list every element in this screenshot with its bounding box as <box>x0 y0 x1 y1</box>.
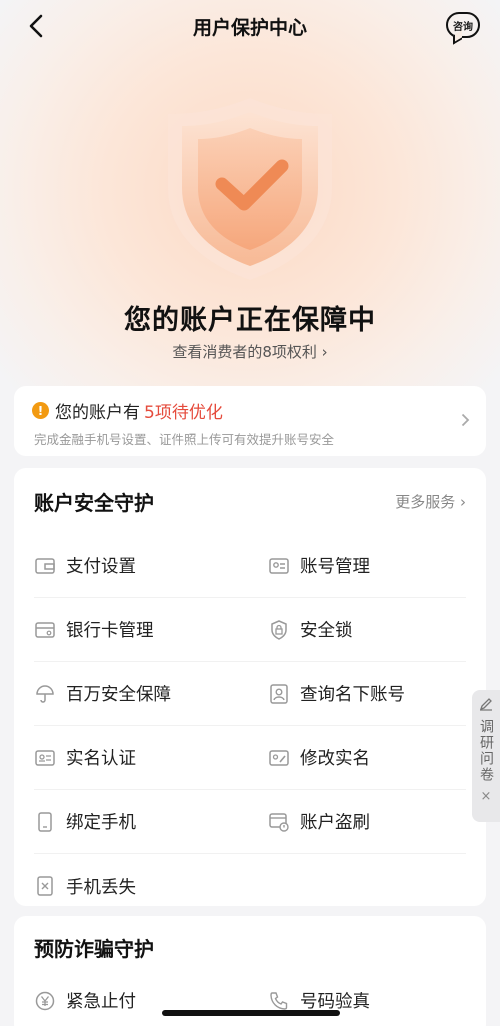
item-label: 支付设置 <box>66 557 136 577</box>
account-fraud-item[interactable]: 账户盗刷 <box>250 809 466 834</box>
item-label: 查询名下账号 <box>300 685 405 705</box>
section-title: 预防诈骗守护 <box>34 936 154 961</box>
more-services-link[interactable]: 更多服务 › <box>395 491 466 512</box>
optimize-prefix: 您的账户有 <box>55 403 140 423</box>
survey-side-tab[interactable]: 调研问卷 × <box>472 690 500 822</box>
shield-check-icon <box>150 88 350 288</box>
page-title: 用户保护中心 <box>192 17 307 39</box>
pencil-icon <box>479 696 493 715</box>
item-label: 账号管理 <box>300 557 370 577</box>
phone-lost-icon <box>34 875 56 897</box>
phone-icon <box>34 811 56 833</box>
optimize-card[interactable]: ! 您的账户有 5项待优化 完成金融手机号设置、证件照上传可有效提升账号安全 <box>14 386 486 456</box>
item-label: 安全锁 <box>300 621 353 641</box>
phone-verify-icon <box>268 990 290 1012</box>
umbrella-icon <box>34 683 56 705</box>
real-name-auth-item[interactable]: 实名认证 <box>34 745 250 770</box>
consult-button[interactable]: 咨询 <box>446 12 480 38</box>
item-label: 紧急止付 <box>66 992 136 1012</box>
bank-card-icon <box>34 619 56 641</box>
item-label: 修改实名 <box>300 749 370 769</box>
account-security-card: 账户安全守护 更多服务 › 支付设置 账号管理 银行卡管理 安全锁 百万安全保障… <box>14 468 486 906</box>
item-label: 银行卡管理 <box>66 621 154 641</box>
wallet-icon <box>34 555 56 577</box>
id-card-icon <box>268 555 290 577</box>
bind-phone-item[interactable]: 绑定手机 <box>34 809 250 834</box>
phone-lost-item[interactable]: 手机丢失 <box>34 874 250 899</box>
close-icon[interactable]: × <box>481 789 492 804</box>
optimize-count: 5项待优化 <box>144 403 223 423</box>
item-label: 账户盗刷 <box>300 813 370 833</box>
modify-real-name-item[interactable]: 修改实名 <box>250 745 466 770</box>
query-accounts-item[interactable]: 查询名下账号 <box>250 681 466 706</box>
security-lock-item[interactable]: 安全锁 <box>250 617 466 642</box>
item-label: 绑定手机 <box>66 813 136 833</box>
nav-bar: 用户保护中心 咨询 <box>0 0 500 52</box>
million-protection-item[interactable]: 百万安全保障 <box>34 681 250 706</box>
optimize-subtitle: 完成金融手机号设置、证件照上传可有效提升账号安全 <box>34 432 335 447</box>
item-label: 百万安全保障 <box>66 685 171 705</box>
person-icon <box>268 683 290 705</box>
survey-label: 调研问卷 <box>478 719 494 783</box>
section-title: 账户安全守护 <box>34 490 154 515</box>
yen-stop-icon <box>34 990 56 1012</box>
home-indicator[interactable] <box>162 1010 340 1016</box>
alert-card-icon <box>268 811 290 833</box>
protection-status-title: 您的账户正在保障中 <box>124 305 376 336</box>
item-label: 实名认证 <box>66 749 136 769</box>
optimize-headline: ! 您的账户有 5项待优化 <box>32 398 468 423</box>
item-label: 手机丢失 <box>66 877 136 898</box>
id-edit-icon <box>268 747 290 769</box>
account-management-item[interactable]: 账号管理 <box>250 553 466 578</box>
id-card-icon <box>34 747 56 769</box>
consumer-rights-link[interactable]: 查看消费者的8项权利 › <box>0 341 500 362</box>
warning-icon: ! <box>32 402 49 419</box>
shield-lock-icon <box>268 619 290 641</box>
payment-settings-item[interactable]: 支付设置 <box>34 553 250 578</box>
chevron-right-icon <box>461 412 470 431</box>
bank-card-management-item[interactable]: 银行卡管理 <box>34 617 250 642</box>
